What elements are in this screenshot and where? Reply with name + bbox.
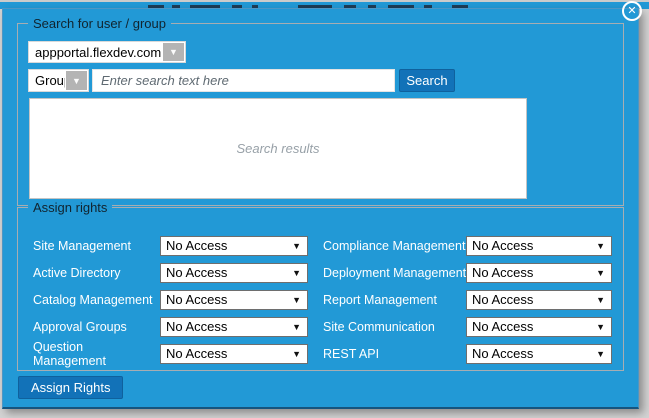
right-label-catalog-management: Catalog Management xyxy=(33,293,160,307)
right-label-question-management: Question Management xyxy=(33,340,123,368)
chevron-down-icon[interactable]: ▼ xyxy=(163,43,184,61)
right-label-approval-groups: Approval Groups xyxy=(33,320,160,334)
select-value: No Access xyxy=(166,292,227,307)
assign-rights-dialog-page: Search for user / group appportal.flexde… xyxy=(0,0,649,418)
approval-groups-select[interactable]: No Access ▼ xyxy=(160,317,308,337)
search-results-panel[interactable]: Search results xyxy=(29,98,527,199)
domain-dropdown-value: appportal.flexdev.com xyxy=(29,42,162,62)
chevron-down-icon: ▼ xyxy=(596,322,605,332)
assign-rights-legend: Assign rights xyxy=(28,200,112,215)
assign-rights-button[interactable]: Assign Rights xyxy=(18,376,123,399)
chevron-down-icon: ▼ xyxy=(596,295,605,305)
site-management-select[interactable]: No Access ▼ xyxy=(160,236,308,256)
site-communication-select[interactable]: No Access ▼ xyxy=(466,317,612,337)
close-icon[interactable]: ✕ xyxy=(622,1,642,21)
chevron-down-icon: ▼ xyxy=(596,349,605,359)
rights-grid: Site Management No Access ▼ Compliance M… xyxy=(33,232,618,367)
chevron-down-icon[interactable]: ▼ xyxy=(66,71,87,90)
select-value: No Access xyxy=(472,292,533,307)
report-management-select[interactable]: No Access ▼ xyxy=(466,290,612,310)
catalog-management-select[interactable]: No Access ▼ xyxy=(160,290,308,310)
right-label-active-directory: Active Directory xyxy=(33,266,160,280)
search-groupbox-legend: Search for user / group xyxy=(28,16,171,31)
assign-rights-dialog: Search for user / group appportal.flexde… xyxy=(2,8,639,409)
domain-dropdown[interactable]: appportal.flexdev.com ▼ xyxy=(28,41,186,63)
search-groupbox: Search for user / group appportal.flexde… xyxy=(17,23,624,206)
right-label-site-management: Site Management xyxy=(33,239,160,253)
right-label-report-management: Report Management xyxy=(323,293,466,307)
active-directory-select[interactable]: No Access ▼ xyxy=(160,263,308,283)
search-button[interactable]: Search xyxy=(399,69,455,92)
chevron-down-icon: ▼ xyxy=(292,268,301,278)
question-management-select[interactable]: No Access ▼ xyxy=(160,344,308,364)
compliance-management-select[interactable]: No Access ▼ xyxy=(466,236,612,256)
select-value: No Access xyxy=(472,319,533,334)
search-input[interactable] xyxy=(92,69,395,92)
search-type-dropdown-value: Group xyxy=(29,70,65,91)
right-label-site-communication: Site Communication xyxy=(323,320,466,334)
chevron-down-icon: ▼ xyxy=(596,268,605,278)
right-label-deployment-management: Deployment Management xyxy=(323,266,466,280)
right-label-compliance-management: Compliance Management xyxy=(323,239,466,253)
select-value: No Access xyxy=(166,265,227,280)
chevron-down-icon: ▼ xyxy=(596,241,605,251)
select-value: No Access xyxy=(472,238,533,253)
search-results-placeholder: Search results xyxy=(236,141,319,156)
select-value: No Access xyxy=(472,265,533,280)
select-value: No Access xyxy=(166,346,227,361)
chevron-down-icon: ▼ xyxy=(292,349,301,359)
deployment-management-select[interactable]: No Access ▼ xyxy=(466,263,612,283)
select-value: No Access xyxy=(472,346,533,361)
chevron-down-icon: ▼ xyxy=(292,322,301,332)
rest-api-select[interactable]: No Access ▼ xyxy=(466,344,612,364)
select-value: No Access xyxy=(166,319,227,334)
chevron-down-icon: ▼ xyxy=(292,295,301,305)
search-type-dropdown[interactable]: Group ▼ xyxy=(28,69,89,92)
chevron-down-icon: ▼ xyxy=(292,241,301,251)
assign-rights-groupbox: Assign rights Site Management No Access … xyxy=(17,207,624,371)
right-label-rest-api: REST API xyxy=(323,347,466,361)
select-value: No Access xyxy=(166,238,227,253)
